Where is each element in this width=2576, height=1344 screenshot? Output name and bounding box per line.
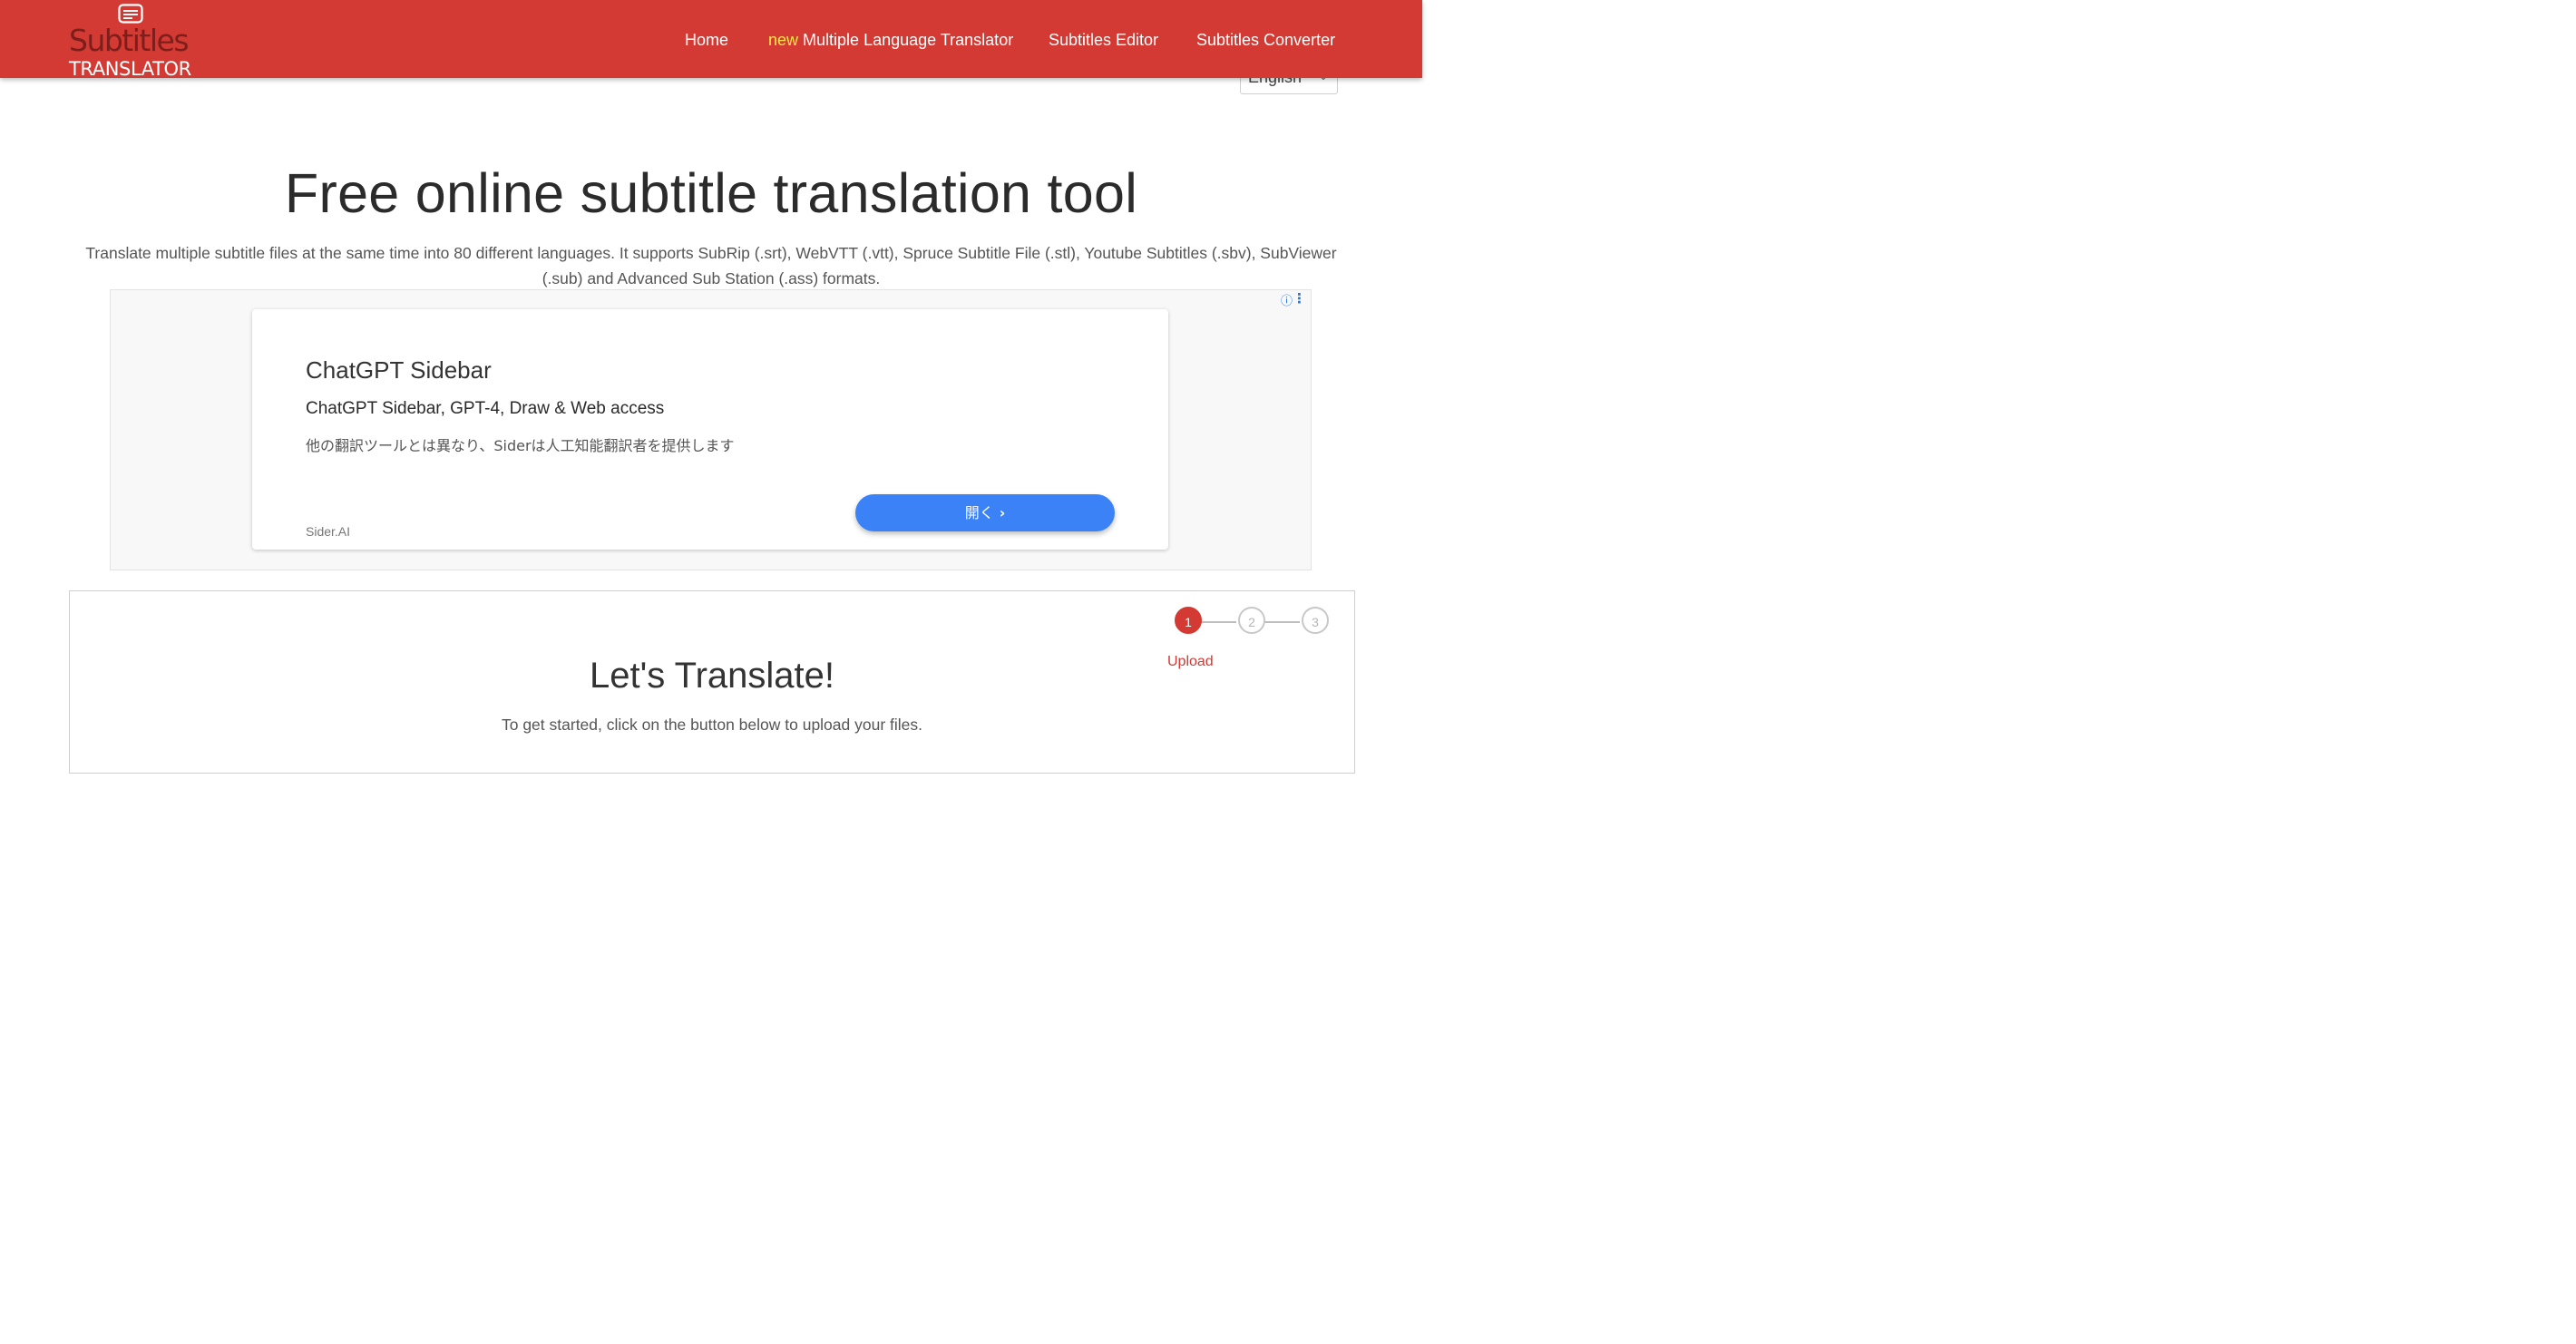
ad-title[interactable]: ChatGPT Sidebar (306, 356, 492, 385)
page-title: Free online subtitle translation tool (284, 162, 1138, 224)
ad-body-text: 他の翻訳ツールとは異なり、Siderは人工知能翻訳者を提供します (306, 437, 735, 454)
more-vertical-icon[interactable]: ⋮ (1293, 290, 1306, 307)
nav-multiple-language-translator[interactable]: new Multiple Language Translator (768, 30, 1013, 50)
new-badge: new (768, 31, 799, 49)
translate-panel: 1 2 3 Upload Let's Translate! To get sta… (69, 590, 1355, 774)
step-1: 1 (1175, 607, 1202, 634)
logo-text-subtitles: Subtitles (69, 23, 190, 58)
ad-open-button[interactable]: 開く › (855, 494, 1115, 531)
step-3: 3 (1302, 607, 1329, 634)
logo-text-translator: TRANSLATOR (69, 58, 191, 80)
ad-open-button-label: 開く (964, 504, 994, 521)
nav-multiple-language-translator-label: Multiple Language Translator (803, 31, 1014, 49)
step-2: 2 (1238, 607, 1265, 634)
ad-domain[interactable]: Sider.AI (306, 524, 350, 539)
info-icon[interactable]: ⓘ (1281, 291, 1293, 308)
nav-subtitles-converter[interactable]: Subtitles Converter (1196, 30, 1335, 50)
subtitles-icon (118, 4, 143, 24)
stepper-connector (1264, 621, 1300, 623)
stepper-connector (1200, 621, 1236, 623)
translate-instructions: To get started, click on the button belo… (501, 716, 923, 734)
translate-heading: Let's Translate! (590, 656, 834, 696)
chevron-right-icon: › (999, 504, 1006, 521)
ad-subtitle: ChatGPT Sidebar, GPT-4, Draw & Web acces… (306, 399, 665, 418)
site-logo[interactable]: Subtitles TRANSLATOR (69, 3, 196, 80)
ad-container: ⓘ ⋮ ChatGPT Sidebar ChatGPT Sidebar, GPT… (110, 289, 1312, 570)
ad-card[interactable]: ChatGPT Sidebar ChatGPT Sidebar, GPT-4, … (252, 309, 1168, 550)
top-navbar: Subtitles TRANSLATOR Home new Multiple L… (0, 0, 1422, 80)
nav-subtitles-editor[interactable]: Subtitles Editor (1049, 30, 1158, 50)
page-description: Translate multiple subtitle files at the… (85, 244, 1337, 287)
nav-home[interactable]: Home (685, 30, 728, 50)
